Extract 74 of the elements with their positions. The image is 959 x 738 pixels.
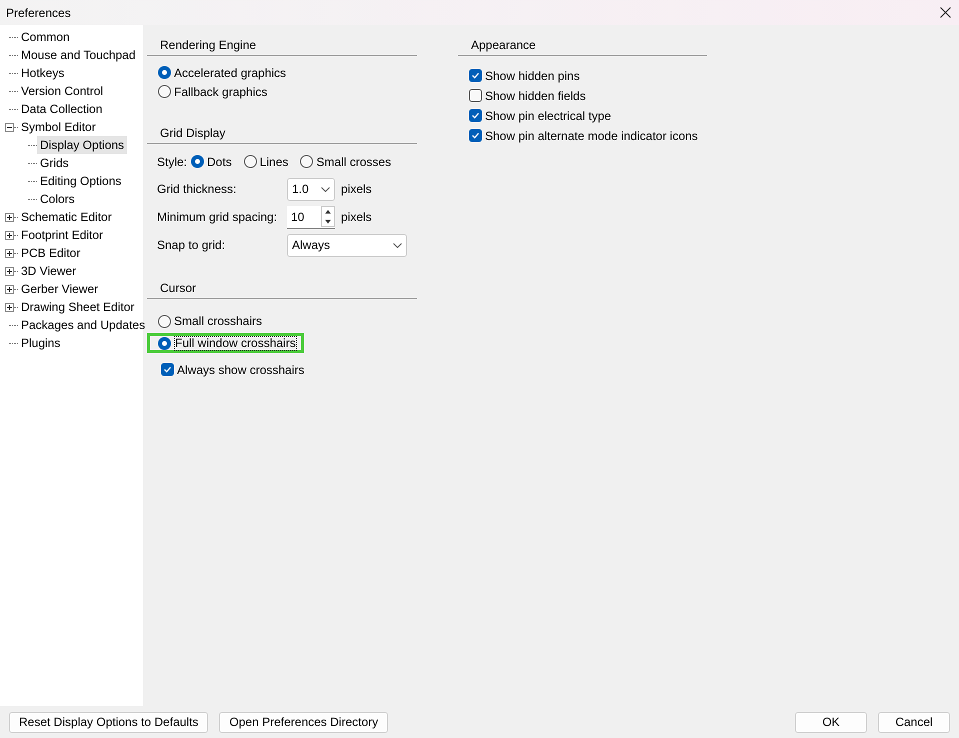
collapse-icon[interactable] bbox=[5, 122, 14, 132]
tree-item[interactable]: Version Control bbox=[18, 82, 106, 100]
field-label: Snap to grid: bbox=[157, 237, 226, 254]
option-label: Always show crosshairs bbox=[177, 362, 304, 378]
expand-icon[interactable] bbox=[5, 302, 14, 312]
option-label: Small crosshairs bbox=[174, 313, 262, 330]
tree-item[interactable]: Footprint Editor bbox=[18, 226, 106, 244]
checkbox[interactable] bbox=[469, 89, 482, 102]
tree-item[interactable]: Symbol Editor bbox=[18, 118, 99, 136]
tree-item[interactable]: Mouse and Touchpad bbox=[18, 46, 139, 64]
tree-item[interactable]: Editing Options bbox=[37, 172, 124, 190]
section-title: Grid Display bbox=[160, 126, 226, 140]
option-label: Show pin electrical type bbox=[485, 108, 612, 124]
expand-icon[interactable] bbox=[5, 212, 14, 222]
checkbox[interactable] bbox=[469, 129, 482, 142]
radio-button[interactable] bbox=[158, 314, 171, 328]
expand-icon[interactable] bbox=[5, 284, 14, 294]
number-spinner[interactable]: 10 bbox=[287, 206, 335, 228]
option-label: Lines bbox=[260, 154, 288, 170]
tree-item[interactable]: Packages and Updates bbox=[18, 316, 148, 334]
checkbox[interactable] bbox=[469, 109, 482, 122]
close-icon[interactable] bbox=[940, 7, 951, 18]
checkbox[interactable] bbox=[161, 363, 174, 376]
tree-item[interactable]: Drawing Sheet Editor bbox=[18, 298, 138, 316]
tree-item[interactable]: Plugins bbox=[18, 334, 64, 352]
section-title: Appearance bbox=[471, 38, 536, 52]
field-label: Minimum grid spacing: bbox=[157, 209, 278, 226]
option-label: Full window crosshairs bbox=[174, 336, 297, 350]
unit-label: pixels bbox=[341, 181, 372, 198]
section-title: Rendering Engine bbox=[160, 38, 256, 52]
dialog-button[interactable]: OK bbox=[795, 712, 867, 732]
option-label: Show hidden fields bbox=[485, 88, 586, 104]
option-label: Accelerated graphics bbox=[174, 64, 286, 82]
checkmark-icon bbox=[471, 71, 480, 80]
chevron-down-icon bbox=[393, 242, 402, 248]
radio-button[interactable] bbox=[158, 85, 171, 98]
dropdown[interactable]: 1.0 bbox=[287, 178, 335, 200]
chevron-down-icon bbox=[321, 186, 330, 192]
tree-item[interactable]: 3D Viewer bbox=[18, 262, 80, 280]
tree-item[interactable]: Data Collection bbox=[18, 100, 106, 118]
dialog-button[interactable]: Reset Display Options to Defaults bbox=[9, 712, 208, 732]
radio-button[interactable] bbox=[158, 336, 171, 350]
checkbox[interactable] bbox=[469, 69, 482, 82]
dropdown[interactable]: Always bbox=[287, 234, 407, 256]
checkmark-icon bbox=[163, 365, 172, 374]
option-label: Show hidden pins bbox=[485, 68, 580, 84]
radio-button[interactable] bbox=[244, 155, 257, 168]
radio-button[interactable] bbox=[191, 155, 204, 168]
expand-icon[interactable] bbox=[5, 230, 14, 240]
tree-item[interactable]: Display Options bbox=[37, 136, 128, 154]
tree-item[interactable]: Gerber Viewer bbox=[18, 280, 102, 298]
checkmark-icon bbox=[471, 131, 480, 140]
unit-label: pixels bbox=[341, 209, 372, 226]
section-title: Cursor bbox=[160, 281, 196, 295]
option-label: Show pin alternate mode indicator icons bbox=[485, 128, 698, 144]
tree-item[interactable]: Colors bbox=[37, 190, 78, 208]
option-label: Fallback graphics bbox=[174, 84, 268, 100]
tree-item[interactable]: PCB Editor bbox=[18, 244, 84, 262]
field-label: Grid thickness: bbox=[157, 181, 238, 198]
tree-item[interactable]: Hotkeys bbox=[18, 64, 68, 82]
dialog-button[interactable]: Cancel bbox=[878, 712, 950, 732]
radio-button[interactable] bbox=[300, 155, 314, 168]
option-label: Small crosses bbox=[316, 154, 392, 170]
option-label: Dots bbox=[207, 154, 232, 170]
tree-item[interactable]: Schematic Editor bbox=[18, 208, 115, 226]
expand-icon[interactable] bbox=[5, 248, 14, 258]
tree-item[interactable]: Common bbox=[18, 28, 73, 46]
expand-icon[interactable] bbox=[5, 266, 14, 276]
radio-button[interactable] bbox=[158, 66, 171, 79]
window-title: Preferences bbox=[5, 4, 71, 22]
dialog-button[interactable]: Open Preferences Directory bbox=[219, 712, 388, 732]
checkmark-icon bbox=[471, 111, 480, 120]
tree-item[interactable]: Grids bbox=[37, 154, 72, 172]
style-label: Style: bbox=[157, 154, 188, 170]
